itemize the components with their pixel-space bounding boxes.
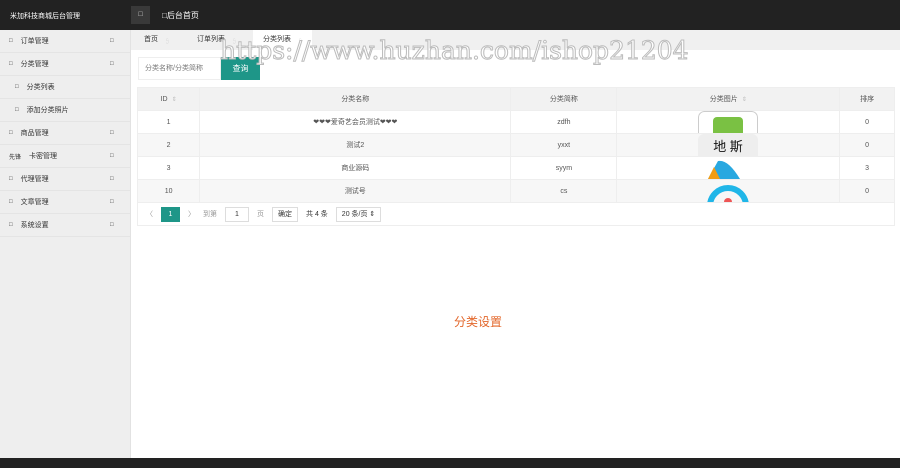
- table-cell: 0: [839, 133, 895, 157]
- page-1-button[interactable]: 1: [161, 206, 180, 222]
- table-cell: 3: [839, 156, 895, 180]
- close-icon[interactable]: ဌ: [166, 37, 169, 43]
- center-title: 分类设置: [454, 315, 503, 329]
- sidebar-item[interactable]: □ 代理管理 □: [0, 168, 130, 191]
- expand-icon: □: [110, 199, 114, 205]
- sidebar-item[interactable]: □ 分类列表: [0, 76, 130, 99]
- watermark: https://www.huzhan.com/ishop21204: [220, 36, 690, 66]
- table-cell: 测试2: [199, 133, 512, 157]
- col-image[interactable]: 分类图片 ⇕: [616, 87, 841, 111]
- table-cell: zdfh: [510, 110, 618, 134]
- expand-icon: □: [110, 222, 114, 228]
- sidebar-item-label: 分类管理: [20, 61, 49, 68]
- cell-image: [616, 156, 841, 180]
- expand-icon: □: [110, 61, 114, 67]
- page-input[interactable]: 1: [225, 206, 249, 222]
- sidebar-item[interactable]: □ 商品管理 □: [0, 122, 130, 145]
- table-cell: 测试号: [199, 179, 512, 203]
- next-page-button[interactable]: 〉: [188, 209, 195, 219]
- tab-home[interactable]: 首页 ဌ: [144, 30, 169, 50]
- sidebar-item[interactable]: □ 分类管理 □: [0, 53, 130, 76]
- footer-bar: [0, 458, 900, 468]
- menu-icon: 先锋: [9, 154, 22, 161]
- table-cell: 3: [136, 156, 201, 180]
- header-label: ID: [160, 95, 168, 103]
- tab-label: 首页: [144, 36, 158, 43]
- cell-image: 地 斯: [616, 133, 841, 157]
- sidebar-item[interactable]: □ 添加分类照片: [0, 99, 130, 122]
- table-cell: cs: [510, 179, 618, 203]
- expand-icon: □: [110, 176, 114, 182]
- table-cell: yxxt: [510, 133, 618, 157]
- table-cell: ❤❤❤爱奇艺会员测试❤❤❤: [199, 110, 512, 134]
- sidebar-item-label: 卡密管理: [29, 153, 58, 160]
- sidebar-item-label: 添加分类照片: [26, 107, 69, 114]
- menu-icon: □: [9, 61, 13, 67]
- category-image: 地 斯: [698, 134, 759, 156]
- sidebar-item-label: 文章管理: [20, 199, 49, 206]
- category-table: ID ⇕ 分类名称 分类简称 分类图片 ⇕ 排序 1 ❤❤❤爱奇艺会员测试❤❤❤ zdf…: [136, 87, 895, 203]
- expand-icon: □: [110, 38, 114, 44]
- menu-icon: □: [9, 199, 13, 205]
- prev-page-button[interactable]: 〈: [146, 209, 153, 219]
- sidebar-item-label: 系统设置: [20, 222, 49, 229]
- menu-icon: □: [9, 176, 13, 182]
- table-cell: 10: [136, 179, 201, 203]
- col-id[interactable]: ID ⇕: [136, 87, 201, 111]
- cell-image: [616, 110, 841, 134]
- svg-text:地 斯: 地 斯: [713, 139, 743, 154]
- sidebar-item-label: 商品管理: [20, 130, 49, 137]
- page-unit: 页: [257, 211, 264, 218]
- menu-icon: □: [9, 38, 13, 44]
- menu-icon: □: [15, 107, 19, 113]
- table-cell: 0: [839, 179, 895, 203]
- menu-icon: □: [9, 222, 13, 228]
- sidebar-item[interactable]: □ 文章管理 □: [0, 191, 130, 214]
- table-row: 1 ❤❤❤爱奇艺会员测试❤❤❤ zdfh 0: [136, 110, 895, 134]
- category-image: [698, 180, 758, 202]
- sidebar-item-label: 分类列表: [26, 84, 55, 91]
- expand-icon: □: [110, 130, 114, 136]
- page-size-select[interactable]: 20 条/页 ⇕: [335, 206, 382, 222]
- col-short: 分类简称: [510, 87, 618, 111]
- table-cell: 0: [839, 110, 895, 134]
- cell-image: [616, 179, 841, 203]
- menu-icon: □: [9, 130, 13, 136]
- sidebar-toggle-button[interactable]: □: [131, 6, 150, 24]
- sidebar-item[interactable]: 先锋 卡密管理 □: [0, 145, 130, 168]
- sort-icon[interactable]: ⇕: [742, 97, 747, 103]
- table-cell: syym: [510, 156, 618, 180]
- sidebar-item-label: 代理管理: [20, 176, 49, 183]
- app-logo: 米加科技商城后台管理: [10, 13, 80, 20]
- sidebar-item[interactable]: □ 订单管理 □: [0, 30, 130, 53]
- home-link[interactable]: □后台首页: [162, 10, 199, 21]
- col-sort: 排序: [839, 87, 895, 111]
- table-cell: 商业源码: [199, 156, 512, 180]
- table-cell: 1: [136, 110, 201, 134]
- expand-icon: □: [110, 153, 114, 159]
- sidebar: □ 订单管理 □ □ 分类管理 □ □ 分类列表 □ 添加分类照片 □ 商品管理 □ 先锋 卡密管理 □ □ 代理…: [0, 30, 131, 458]
- col-name: 分类名称: [199, 87, 512, 111]
- sidebar-item[interactable]: □ 系统设置 □: [0, 214, 130, 237]
- menu-icon: □: [15, 84, 19, 90]
- table-row: 3 商业源码 syym 3: [136, 156, 895, 180]
- confirm-button[interactable]: 确定: [272, 206, 298, 222]
- goto-label: 到第: [203, 211, 217, 218]
- header-label: 分类图片: [709, 96, 738, 103]
- category-image: [698, 157, 758, 179]
- table-row: 2 测试2 yxxt 地 斯 0: [136, 133, 895, 157]
- search-input[interactable]: 分类名称/分类简称: [138, 57, 221, 80]
- pagination: 〈 1 〉 到第 1 页 确定 共 4 条 20 条/页 ⇕: [137, 202, 895, 226]
- total-count: 共 4 条: [306, 211, 328, 218]
- category-image: [698, 111, 759, 133]
- table-row: 10 测试号 cs 0: [136, 179, 895, 203]
- table-cell: 2: [136, 133, 201, 157]
- sidebar-item-label: 订单管理: [20, 38, 49, 45]
- sort-icon[interactable]: ⇕: [172, 97, 177, 103]
- top-bar: 米加科技商城后台管理 □ □后台首页: [0, 0, 900, 30]
